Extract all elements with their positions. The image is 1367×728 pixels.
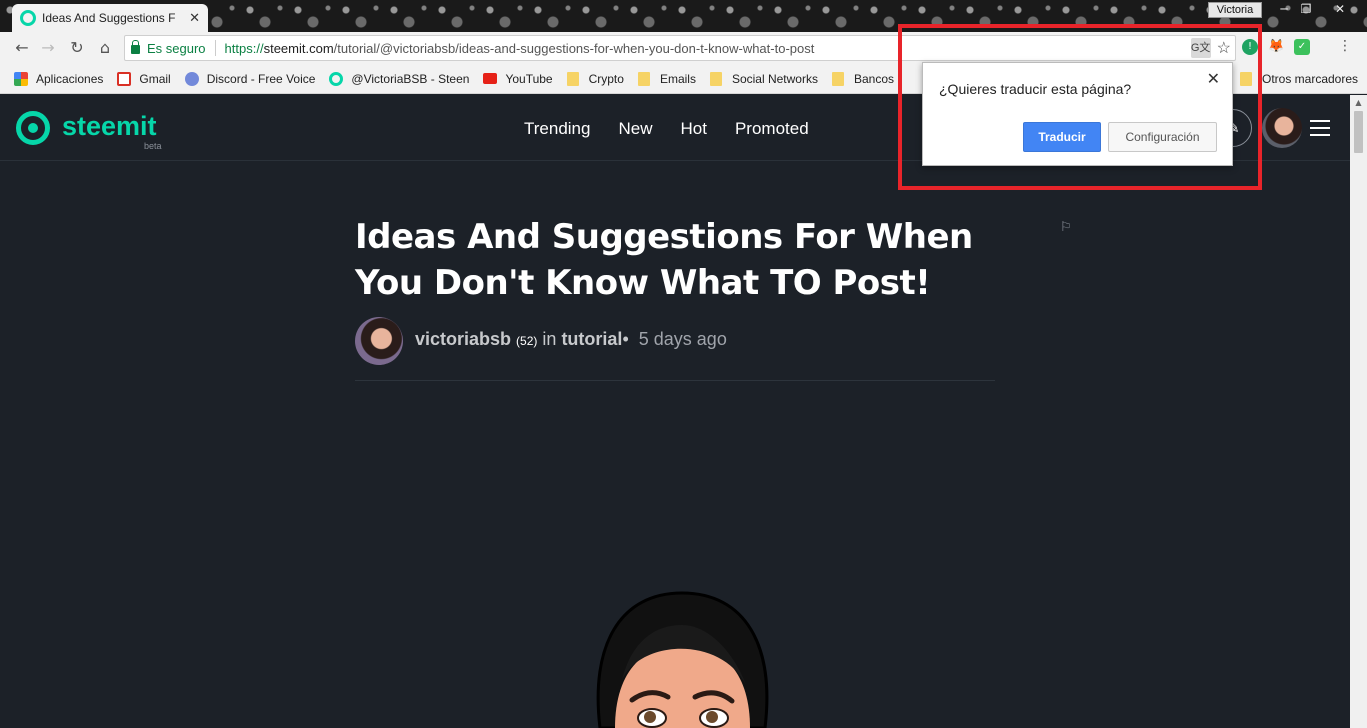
category-link[interactable]: tutorial <box>561 329 622 349</box>
scrollbar-thumb[interactable] <box>1354 111 1363 153</box>
url-scheme: https:// <box>224 40 264 56</box>
tab-title: Ideas And Suggestions F <box>42 11 176 25</box>
post-time: 5 days ago <box>638 329 727 349</box>
byline-bullet: • <box>622 329 629 349</box>
back-icon[interactable]: ← <box>12 38 32 58</box>
nav-new[interactable]: New <box>618 119 652 139</box>
restore-icon[interactable]: ❐ <box>1296 2 1316 16</box>
folder-icon <box>637 71 650 86</box>
nav-trending[interactable]: Trending <box>524 119 590 139</box>
apps-grid-icon <box>14 71 28 86</box>
scroll-up-arrow-icon[interactable]: ▲ <box>1350 95 1367 111</box>
folder-icon <box>566 71 579 86</box>
bookmark-label: Emails <box>659 71 696 86</box>
site-logo-text[interactable]: steemit <box>62 111 157 142</box>
gmail-icon <box>117 71 132 86</box>
reload-icon[interactable]: ↻ <box>67 38 87 58</box>
bookmark-folder-social[interactable]: Social Networks <box>709 71 818 86</box>
bookmark-steemit[interactable]: @VictoriaBSB - Steen <box>329 71 470 86</box>
bookmark-apps[interactable]: Aplicaciones <box>14 71 104 86</box>
bookmark-label: Gmail <box>139 71 171 86</box>
page-scrollbar[interactable]: ▲ <box>1350 95 1367 728</box>
omnibox-separator <box>214 40 216 56</box>
nav-promoted[interactable]: Promoted <box>735 119 809 139</box>
bookmark-gmail[interactable]: Gmail <box>117 71 171 86</box>
bookmark-folder-emails[interactable]: Emails <box>637 71 696 86</box>
folder-icon <box>831 71 844 86</box>
bookmark-label: @VictoriaBSB - Steen <box>351 71 470 86</box>
youtube-icon <box>483 73 498 84</box>
bookmark-label: Bancos <box>853 71 895 86</box>
bookmark-discord[interactable]: Discord - Free Voice <box>184 71 316 86</box>
flag-icon[interactable]: ⚐ <box>1060 220 1072 235</box>
home-icon[interactable]: ⌂ <box>95 38 115 58</box>
discord-icon <box>184 71 199 86</box>
bookmark-label: Social Networks <box>731 71 818 86</box>
annotation-highlight-box <box>898 24 1262 190</box>
article-byline: victoriabsb (52) in tutorial• 5 days ago <box>415 329 727 350</box>
lock-icon[interactable] <box>131 39 140 54</box>
main-nav: Trending New Hot Promoted <box>524 119 809 139</box>
nav-hot[interactable]: Hot <box>680 119 706 139</box>
metamask-fox-icon[interactable]: 🦊 <box>1268 39 1284 55</box>
site-logo-beta: beta <box>144 141 162 151</box>
steemit-logo-icon[interactable] <box>16 111 50 145</box>
bookmark-folder-bancos[interactable]: Bancos <box>831 71 895 86</box>
bookmark-folder-crypto[interactable]: Crypto <box>566 71 624 86</box>
minimize-icon[interactable]: ─ <box>1274 2 1294 16</box>
author-link[interactable]: victoriabsb <box>415 329 511 349</box>
hamburger-menu-icon[interactable] <box>1310 120 1330 141</box>
url-path: /tutorial/@victoriabsb/ideas-and-suggest… <box>333 40 815 56</box>
in-label: in <box>542 329 557 349</box>
author-avatar[interactable] <box>355 317 403 365</box>
browser-menu-icon[interactable]: ⋮ <box>1338 38 1352 54</box>
tab-close-icon[interactable]: ✕ <box>189 11 200 26</box>
extension-green-icon[interactable]: ✓ <box>1294 39 1310 55</box>
browser-tab[interactable]: Ideas And Suggestions F ✕ <box>12 4 208 32</box>
user-avatar[interactable] <box>1262 108 1302 148</box>
bookmark-label: Discord - Free Voice <box>206 71 316 86</box>
article-title: Ideas And Suggestions For When You Don't… <box>355 217 973 303</box>
steemit-favicon-icon <box>20 10 36 26</box>
article-divider <box>355 380 995 381</box>
other-bookmarks-label: Otros marcadores <box>1262 72 1359 86</box>
bookmark-youtube[interactable]: YouTube <box>483 71 553 86</box>
url-host: steemit.com <box>263 40 334 56</box>
forward-icon[interactable]: → <box>38 38 58 58</box>
author-reputation: (52) <box>516 334 538 348</box>
bookmark-label: YouTube <box>505 71 553 86</box>
profile-badge[interactable]: Victoria <box>1208 2 1262 18</box>
folder-icon <box>709 71 722 86</box>
bookmark-label: Crypto <box>588 71 624 86</box>
steemit-icon <box>329 71 344 86</box>
article-illustration <box>596 591 769 728</box>
bookmark-label: Aplicaciones <box>36 71 104 86</box>
secure-label[interactable]: Es seguro <box>147 41 206 56</box>
close-window-icon[interactable]: ✕ <box>1330 2 1350 16</box>
